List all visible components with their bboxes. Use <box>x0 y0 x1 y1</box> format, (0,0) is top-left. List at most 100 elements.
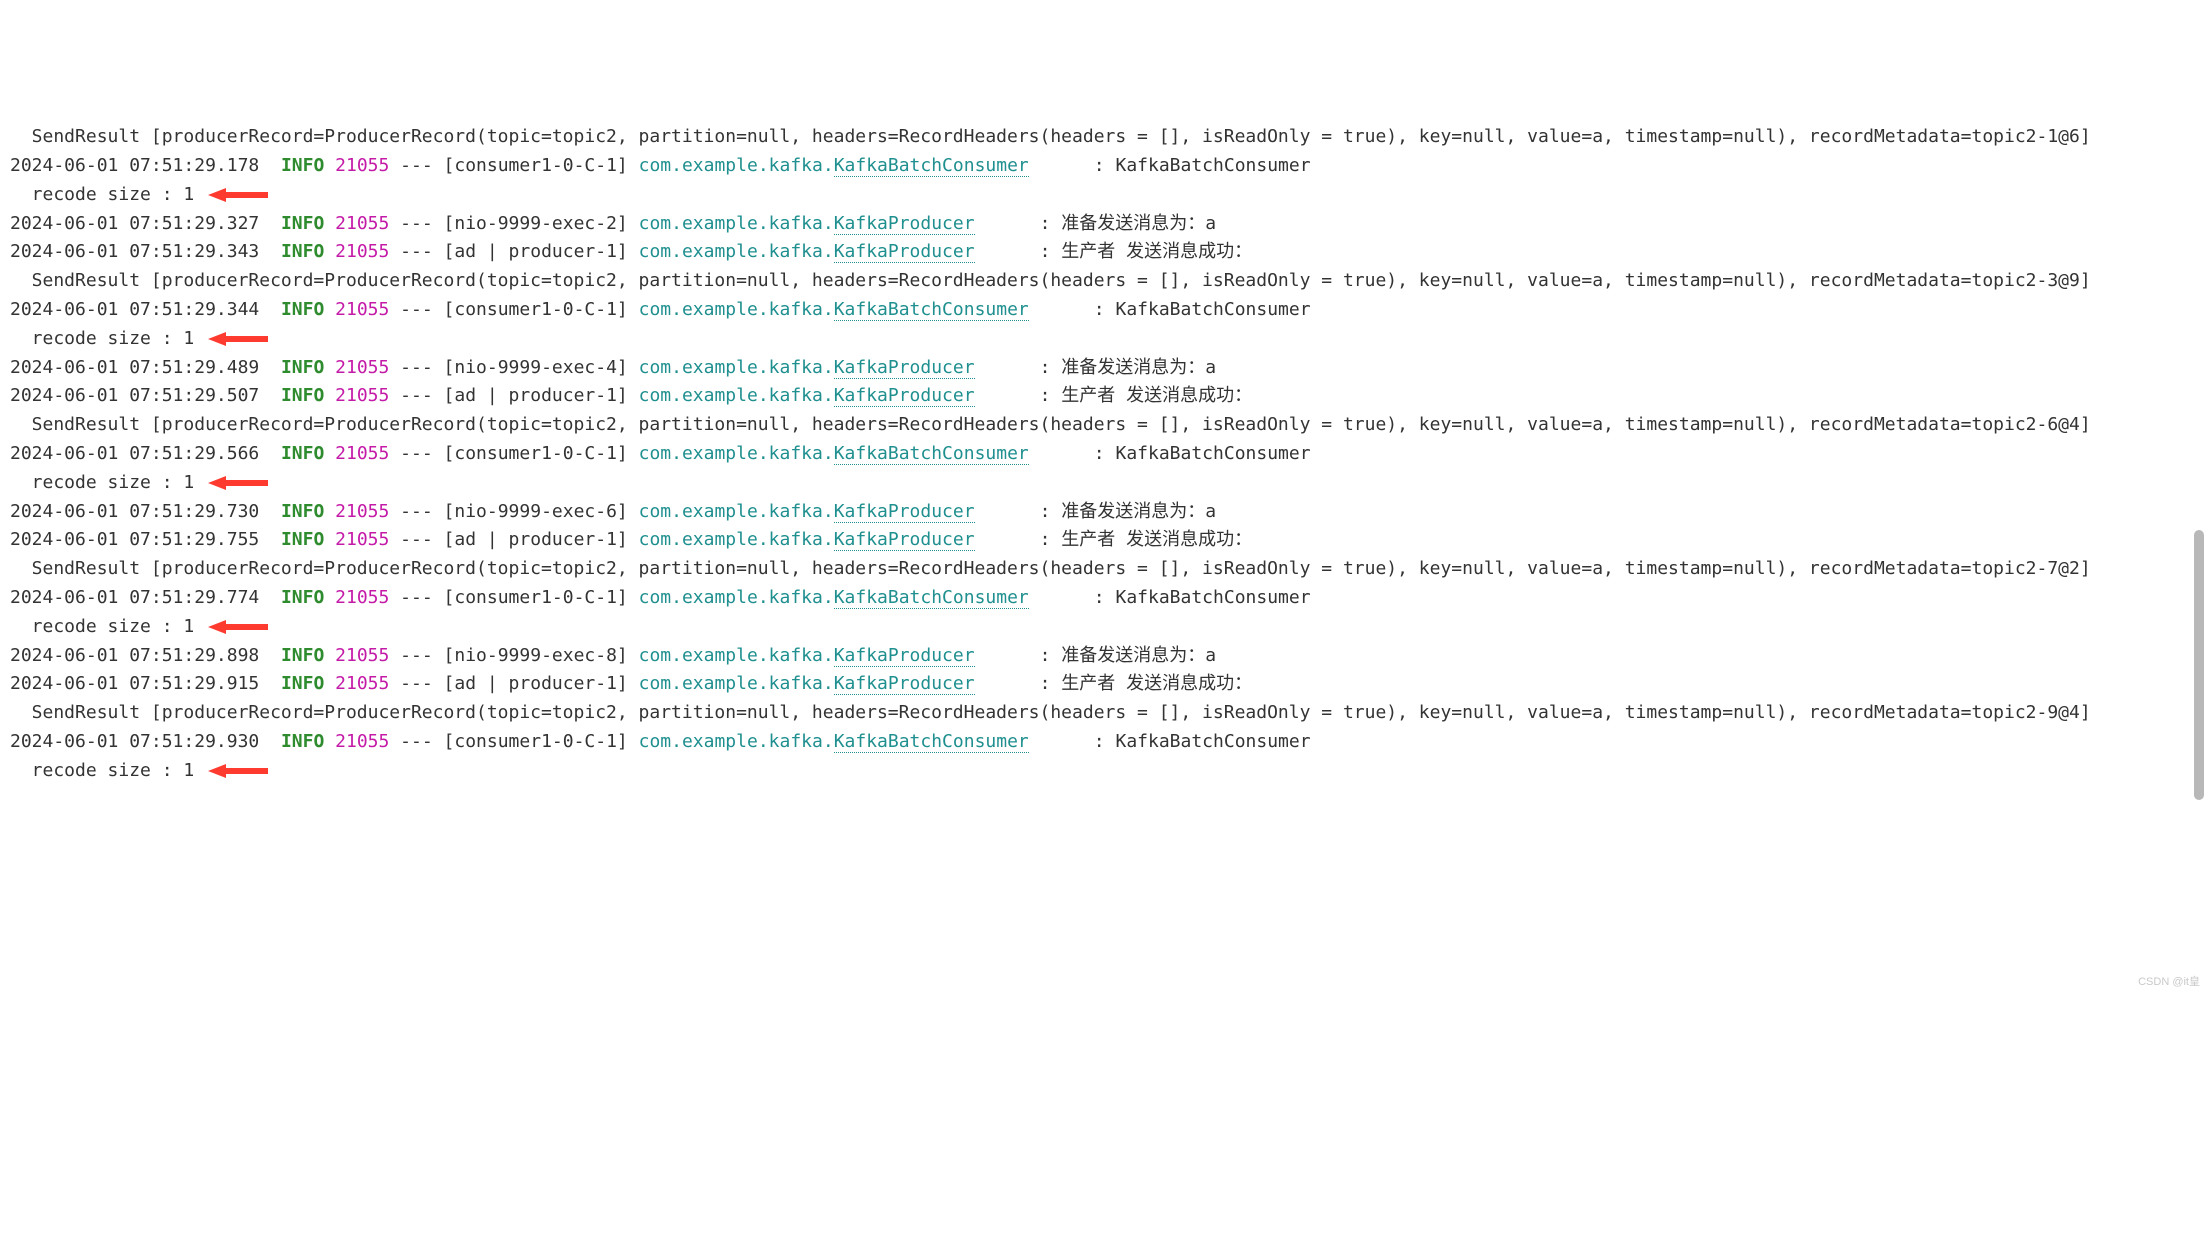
log-logger-class: KafkaProducer <box>834 673 975 695</box>
log-pid: 21055 <box>335 443 389 464</box>
log-line: 2024-06-01 07:51:29.343 INFO 21055 --- [… <box>10 238 2198 267</box>
log-pid: 21055 <box>335 155 389 176</box>
log-line: 2024-06-01 07:51:29.755 INFO 21055 --- [… <box>10 526 2198 555</box>
log-level: INFO <box>281 385 324 406</box>
log-logger-class: KafkaBatchConsumer <box>834 155 1029 177</box>
log-timestamp: 2024-06-01 07:51:29.327 <box>10 213 259 234</box>
log-continuation: recode size : 1 <box>10 757 2198 786</box>
arrow-left-icon <box>208 474 268 492</box>
log-line: 2024-06-01 07:51:29.489 INFO 21055 --- [… <box>10 354 2198 383</box>
log-message: KafkaBatchConsumer <box>1115 731 1310 752</box>
log-continuation: SendResult [producerRecord=ProducerRecor… <box>10 123 2198 152</box>
log-pid: 21055 <box>335 501 389 522</box>
log-pid: 21055 <box>335 241 389 262</box>
log-colon: : <box>1040 645 1051 666</box>
log-continuation: SendResult [producerRecord=ProducerRecor… <box>10 411 2198 440</box>
log-thread: [ad | producer-1] <box>444 385 628 406</box>
log-logger: com.example.kafka.KafkaProducer <box>639 213 975 235</box>
log-thread: [ad | producer-1] <box>444 529 628 550</box>
log-logger: com.example.kafka.KafkaProducer <box>639 645 975 667</box>
log-colon: : <box>1094 155 1105 176</box>
log-pid: 21055 <box>335 673 389 694</box>
log-thread: [nio-9999-exec-4] <box>444 357 628 378</box>
log-colon: : <box>1040 385 1051 406</box>
log-thread: [consumer1-0-C-1] <box>444 155 628 176</box>
log-timestamp: 2024-06-01 07:51:29.774 <box>10 587 259 608</box>
log-sep: --- <box>400 587 433 608</box>
log-output: SendResult [producerRecord=ProducerRecor… <box>10 123 2198 785</box>
log-logger: com.example.kafka.KafkaProducer <box>639 357 975 379</box>
log-message: 生产者 发送消息成功： <box>1061 385 1252 406</box>
arrow-left-icon <box>208 762 268 780</box>
log-pid: 21055 <box>335 357 389 378</box>
log-timestamp: 2024-06-01 07:51:29.930 <box>10 731 259 752</box>
watermark: CSDN @it皇 <box>2138 974 2200 992</box>
log-pid: 21055 <box>335 731 389 752</box>
log-logger: com.example.kafka.KafkaBatchConsumer <box>639 731 1029 753</box>
log-level: INFO <box>281 731 324 752</box>
log-message: KafkaBatchConsumer <box>1115 443 1310 464</box>
scrollbar-thumb[interactable] <box>2194 530 2204 800</box>
log-thread: [consumer1-0-C-1] <box>444 443 628 464</box>
log-timestamp: 2024-06-01 07:51:29.730 <box>10 501 259 522</box>
log-level: INFO <box>281 443 324 464</box>
log-thread: [ad | producer-1] <box>444 673 628 694</box>
log-logger: com.example.kafka.KafkaProducer <box>639 241 975 263</box>
log-colon: : <box>1040 357 1051 378</box>
log-message: 准备发送消息为：a <box>1061 213 1216 234</box>
log-sep: --- <box>400 731 433 752</box>
log-colon: : <box>1040 213 1051 234</box>
arrow-left-icon <box>208 618 268 636</box>
log-level: INFO <box>281 529 324 550</box>
log-continuation: SendResult [producerRecord=ProducerRecor… <box>10 699 2198 728</box>
log-line: 2024-06-01 07:51:29.327 INFO 21055 --- [… <box>10 210 2198 239</box>
log-line: 2024-06-01 07:51:29.178 INFO 21055 --- [… <box>10 152 2198 181</box>
log-thread: [consumer1-0-C-1] <box>444 299 628 320</box>
log-sep: --- <box>400 357 433 378</box>
log-sep: --- <box>400 213 433 234</box>
log-logger: com.example.kafka.KafkaProducer <box>639 501 975 523</box>
log-timestamp: 2024-06-01 07:51:29.344 <box>10 299 259 320</box>
log-logger-class: KafkaProducer <box>834 501 975 523</box>
log-thread: [consumer1-0-C-1] <box>444 587 628 608</box>
log-line: 2024-06-01 07:51:29.566 INFO 21055 --- [… <box>10 440 2198 469</box>
log-logger: com.example.kafka.KafkaBatchConsumer <box>639 155 1029 177</box>
log-colon: : <box>1094 299 1105 320</box>
log-continuation: SendResult [producerRecord=ProducerRecor… <box>10 555 2198 584</box>
log-message: KafkaBatchConsumer <box>1115 587 1310 608</box>
log-sep: --- <box>400 385 433 406</box>
log-message: 生产者 发送消息成功： <box>1061 529 1252 550</box>
log-thread: [nio-9999-exec-8] <box>444 645 628 666</box>
log-pid: 21055 <box>335 645 389 666</box>
log-level: INFO <box>281 645 324 666</box>
log-colon: : <box>1094 443 1105 464</box>
log-message: KafkaBatchConsumer <box>1115 155 1310 176</box>
log-logger-class: KafkaProducer <box>834 241 975 263</box>
log-sep: --- <box>400 241 433 262</box>
log-pid: 21055 <box>335 213 389 234</box>
log-timestamp: 2024-06-01 07:51:29.343 <box>10 241 259 262</box>
log-continuation: recode size : 1 <box>10 325 2198 354</box>
log-logger-class: KafkaProducer <box>834 529 975 551</box>
log-message: 生产者 发送消息成功： <box>1061 673 1252 694</box>
log-continuation: recode size : 1 <box>10 613 2198 642</box>
log-timestamp: 2024-06-01 07:51:29.898 <box>10 645 259 666</box>
log-logger: com.example.kafka.KafkaBatchConsumer <box>639 587 1029 609</box>
log-logger: com.example.kafka.KafkaProducer <box>639 673 975 695</box>
log-colon: : <box>1094 587 1105 608</box>
log-continuation: recode size : 1 <box>10 181 2198 210</box>
log-timestamp: 2024-06-01 07:51:29.755 <box>10 529 259 550</box>
log-sep: --- <box>400 529 433 550</box>
log-colon: : <box>1040 501 1051 522</box>
log-message: 生产者 发送消息成功： <box>1061 241 1252 262</box>
log-pid: 21055 <box>335 587 389 608</box>
log-logger-class: KafkaProducer <box>834 645 975 667</box>
log-timestamp: 2024-06-01 07:51:29.489 <box>10 357 259 378</box>
log-sep: --- <box>400 155 433 176</box>
log-line: 2024-06-01 07:51:29.730 INFO 21055 --- [… <box>10 498 2198 527</box>
log-sep: --- <box>400 299 433 320</box>
log-message: 准备发送消息为：a <box>1061 357 1216 378</box>
log-logger: com.example.kafka.KafkaProducer <box>639 385 975 407</box>
log-logger-class: KafkaProducer <box>834 357 975 379</box>
log-level: INFO <box>281 501 324 522</box>
